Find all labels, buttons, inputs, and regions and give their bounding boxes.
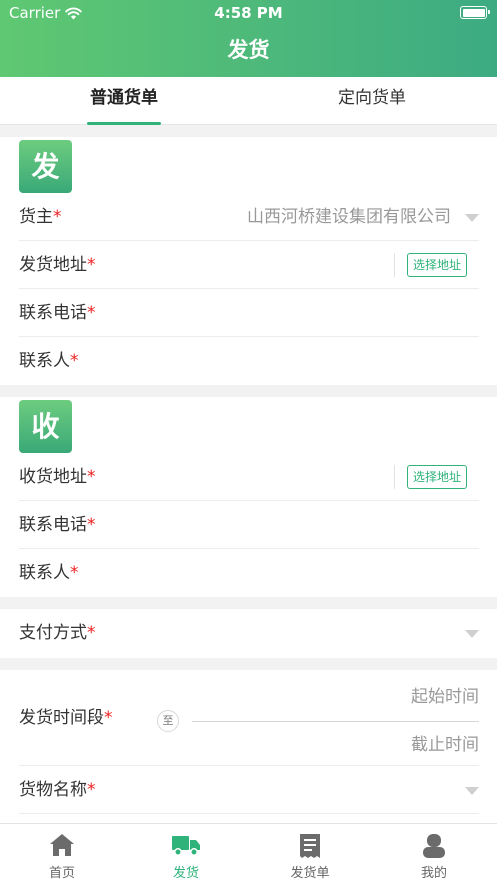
start-time-field[interactable]: 起始时间 xyxy=(411,682,479,707)
owner-value: 山西河桥建设集团有限公司 xyxy=(247,207,451,227)
time-divider xyxy=(192,721,479,722)
sender-contact-row[interactable]: 联系人* xyxy=(19,337,479,385)
select-sender-address-button[interactable]: 选择地址 xyxy=(406,253,467,277)
shipment-section: 发货时间段* 至 起始时间 截止时间 货物名称* xyxy=(0,670,497,823)
tab-directed-order[interactable]: 定向货单 xyxy=(248,77,496,125)
receipt-icon xyxy=(300,834,320,858)
sender-badge: 发 xyxy=(19,140,72,193)
receiver-contact-row[interactable]: 联系人* xyxy=(19,549,479,597)
end-time-field[interactable]: 截止时间 xyxy=(411,730,479,755)
sender-section: 发 货主* 山西河桥建设集团有限公司 发货地址* 选择地址 联系电话* 联系人* xyxy=(0,137,497,385)
receiver-section: 收 收货地址* 选择地址 联系电话* 联系人* xyxy=(0,397,497,597)
battery-icon xyxy=(460,6,490,19)
dropdown-arrow-icon xyxy=(465,630,479,638)
payment-method-row[interactable]: 支付方式* xyxy=(19,609,479,657)
payment-section: 支付方式* xyxy=(0,609,497,658)
receiver-badge: 收 xyxy=(19,400,72,453)
dropdown-arrow-icon xyxy=(465,787,479,795)
bottom-tab-bar: 首页 发货 发货单 我的 xyxy=(0,823,497,883)
goods-name-row[interactable]: 货物名称* xyxy=(19,766,479,814)
truck-icon xyxy=(172,836,200,856)
select-receiver-address-button[interactable]: 选择地址 xyxy=(406,465,467,489)
tabbar-ship[interactable]: 发货 xyxy=(124,824,248,883)
status-bar: Carrier 4:58 PM xyxy=(0,0,497,26)
owner-row[interactable]: 货主* 山西河桥建设集团有限公司 xyxy=(19,193,479,241)
page-title: 发货 xyxy=(227,38,270,62)
sender-phone-row[interactable]: 联系电话* xyxy=(19,289,479,337)
receiver-phone-row[interactable]: 联系电话* xyxy=(19,501,479,549)
dropdown-arrow-icon xyxy=(465,214,479,222)
home-icon xyxy=(50,834,74,856)
time-range-row: 发货时间段* 至 起始时间 截止时间 xyxy=(19,670,479,766)
user-icon xyxy=(423,834,445,858)
tab-normal-order[interactable]: 普通货单 xyxy=(0,77,248,125)
divider xyxy=(394,465,395,489)
divider xyxy=(394,253,395,277)
tab-active-indicator xyxy=(87,122,161,125)
tabbar-profile[interactable]: 我的 xyxy=(372,824,496,883)
to-separator-badge: 至 xyxy=(157,710,179,732)
status-time: 4:58 PM xyxy=(214,4,283,22)
tabbar-home[interactable]: 首页 xyxy=(0,824,124,883)
sender-address-row[interactable]: 发货地址* 选择地址 xyxy=(19,241,479,289)
receiver-address-row[interactable]: 收货地址* 选择地址 xyxy=(19,453,479,501)
order-type-tabs: 普通货单 定向货单 xyxy=(0,77,497,125)
tabbar-orders[interactable]: 发货单 xyxy=(248,824,372,883)
app-header: Carrier 4:58 PM 发货 xyxy=(0,0,497,77)
